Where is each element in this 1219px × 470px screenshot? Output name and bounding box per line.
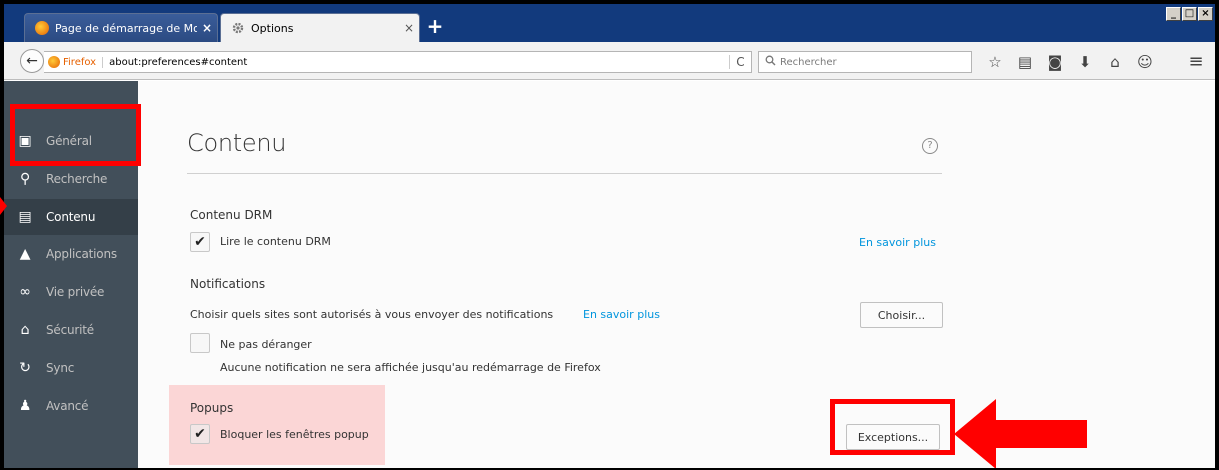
sidebar-item-label: Sync bbox=[46, 361, 75, 375]
sidebar-item-label: Avancé bbox=[46, 399, 89, 413]
drm-checkbox[interactable]: ✔ bbox=[190, 232, 210, 252]
popups-heading: Popups bbox=[190, 401, 234, 415]
block-popups-label[interactable]: Bloquer les fenêtres popup bbox=[220, 428, 369, 441]
preferences-content: Contenu ? Contenu DRM ✔ Lire le contenu … bbox=[138, 81, 1215, 468]
privacy-icon: ∞ bbox=[19, 284, 31, 300]
window-controls: _ □ × bbox=[1166, 7, 1213, 21]
tab-title: Page de démarrage de Mozilla... bbox=[55, 21, 197, 35]
choose-button[interactable]: Choisir... bbox=[860, 302, 943, 328]
reload-button[interactable]: C bbox=[729, 55, 751, 69]
drm-checkbox-label[interactable]: Lire le contenu DRM bbox=[220, 235, 331, 248]
content-icon: ▤ bbox=[18, 209, 32, 225]
notifications-description: Choisir quels sites sont autorisés à vou… bbox=[190, 308, 554, 321]
contenu-highlight-box bbox=[10, 104, 141, 166]
advanced-icon: ♟ bbox=[18, 398, 32, 414]
reading-list-icon[interactable]: ▤ bbox=[1010, 51, 1040, 73]
identity-label: Firefox bbox=[63, 56, 104, 68]
menu-button[interactable]: ≡ bbox=[1183, 50, 1209, 74]
do-not-disturb-note: Aucune notification ne sera affichée jus… bbox=[220, 361, 601, 374]
sidebar-item-privacy[interactable]: ∞ Vie privée bbox=[4, 274, 138, 310]
tab-options[interactable]: Options × bbox=[220, 13, 420, 42]
search-icon bbox=[765, 55, 776, 69]
sidebar-item-label: Contenu bbox=[46, 210, 96, 224]
url-bar[interactable]: Firefox about:preferences#content C bbox=[44, 51, 752, 73]
sync-icon: ↻ bbox=[19, 360, 31, 376]
exceptions-highlight-box bbox=[830, 399, 955, 455]
applications-icon: ▲ bbox=[19, 246, 31, 262]
star-icon[interactable]: ☆ bbox=[980, 51, 1010, 73]
url-text[interactable]: about:preferences#content bbox=[109, 57, 729, 68]
sidebar-item-security[interactable]: ⌂ Sécurité bbox=[4, 312, 138, 348]
sidebar-item-content[interactable]: ▤ Contenu bbox=[4, 199, 138, 235]
home-icon[interactable]: ⌂ bbox=[1100, 51, 1130, 73]
page-title: Contenu bbox=[187, 129, 287, 157]
sidebar-item-search[interactable]: ⚲ Recherche bbox=[4, 161, 138, 197]
minimize-button[interactable]: _ bbox=[1166, 7, 1181, 21]
divider bbox=[187, 173, 942, 174]
toolbar-icons: ☆ ▤ ◙ ⬇ ⌂ ☺ bbox=[980, 51, 1160, 73]
gear-icon bbox=[231, 21, 245, 35]
drm-heading: Contenu DRM bbox=[190, 208, 273, 222]
sidebar-item-label: Sécurité bbox=[46, 323, 94, 337]
help-icon[interactable]: ? bbox=[922, 138, 938, 154]
pocket-icon[interactable]: ◙ bbox=[1040, 51, 1070, 73]
firefox-icon bbox=[48, 56, 60, 68]
block-popups-checkbox[interactable]: ✔ bbox=[190, 424, 210, 444]
new-tab-button[interactable]: + bbox=[424, 16, 446, 38]
close-icon[interactable]: × bbox=[197, 21, 217, 35]
tab-mozilla-start[interactable]: Page de démarrage de Mozilla... × bbox=[24, 13, 218, 42]
back-button[interactable]: ← bbox=[20, 49, 44, 73]
browser-window: Page de démarrage de Mozilla... × Option… bbox=[4, 4, 1215, 468]
sidebar-item-label: Recherche bbox=[46, 172, 108, 186]
sidebar-item-label: Vie privée bbox=[46, 285, 105, 299]
security-icon: ⌂ bbox=[20, 322, 30, 338]
do-not-disturb-checkbox[interactable] bbox=[190, 333, 210, 353]
close-icon[interactable]: × bbox=[399, 21, 419, 35]
sidebar-item-label: Applications bbox=[46, 247, 117, 261]
sidebar-item-applications[interactable]: ▲ Applications bbox=[4, 236, 138, 272]
sidebar-item-sync[interactable]: ↻ Sync bbox=[4, 350, 138, 386]
window-close-button[interactable]: × bbox=[1198, 7, 1213, 21]
navigation-bar: ← Firefox about:preferences#content C Re… bbox=[4, 42, 1215, 80]
do-not-disturb-label[interactable]: Ne pas déranger bbox=[220, 338, 312, 351]
chat-icon[interactable]: ☺ bbox=[1130, 51, 1160, 73]
tab-bar: Page de démarrage de Mozilla... × Option… bbox=[4, 4, 1215, 42]
drm-learn-more-link[interactable]: En savoir plus bbox=[859, 236, 936, 249]
red-arrow-tip-icon bbox=[0, 197, 7, 215]
search-icon: ⚲ bbox=[19, 171, 31, 187]
tab-title: Options bbox=[251, 21, 294, 35]
red-arrow-icon bbox=[954, 399, 1087, 468]
notifications-heading: Notifications bbox=[190, 277, 266, 291]
sidebar-item-advanced[interactable]: ♟ Avancé bbox=[4, 388, 138, 424]
download-icon[interactable]: ⬇ bbox=[1070, 51, 1100, 73]
firefox-icon bbox=[35, 21, 49, 35]
notifications-learn-more-link[interactable]: En savoir plus bbox=[583, 308, 660, 321]
search-placeholder: Rechercher bbox=[780, 56, 837, 68]
search-input[interactable]: Rechercher bbox=[758, 51, 972, 73]
maximize-button[interactable]: □ bbox=[1182, 7, 1197, 21]
